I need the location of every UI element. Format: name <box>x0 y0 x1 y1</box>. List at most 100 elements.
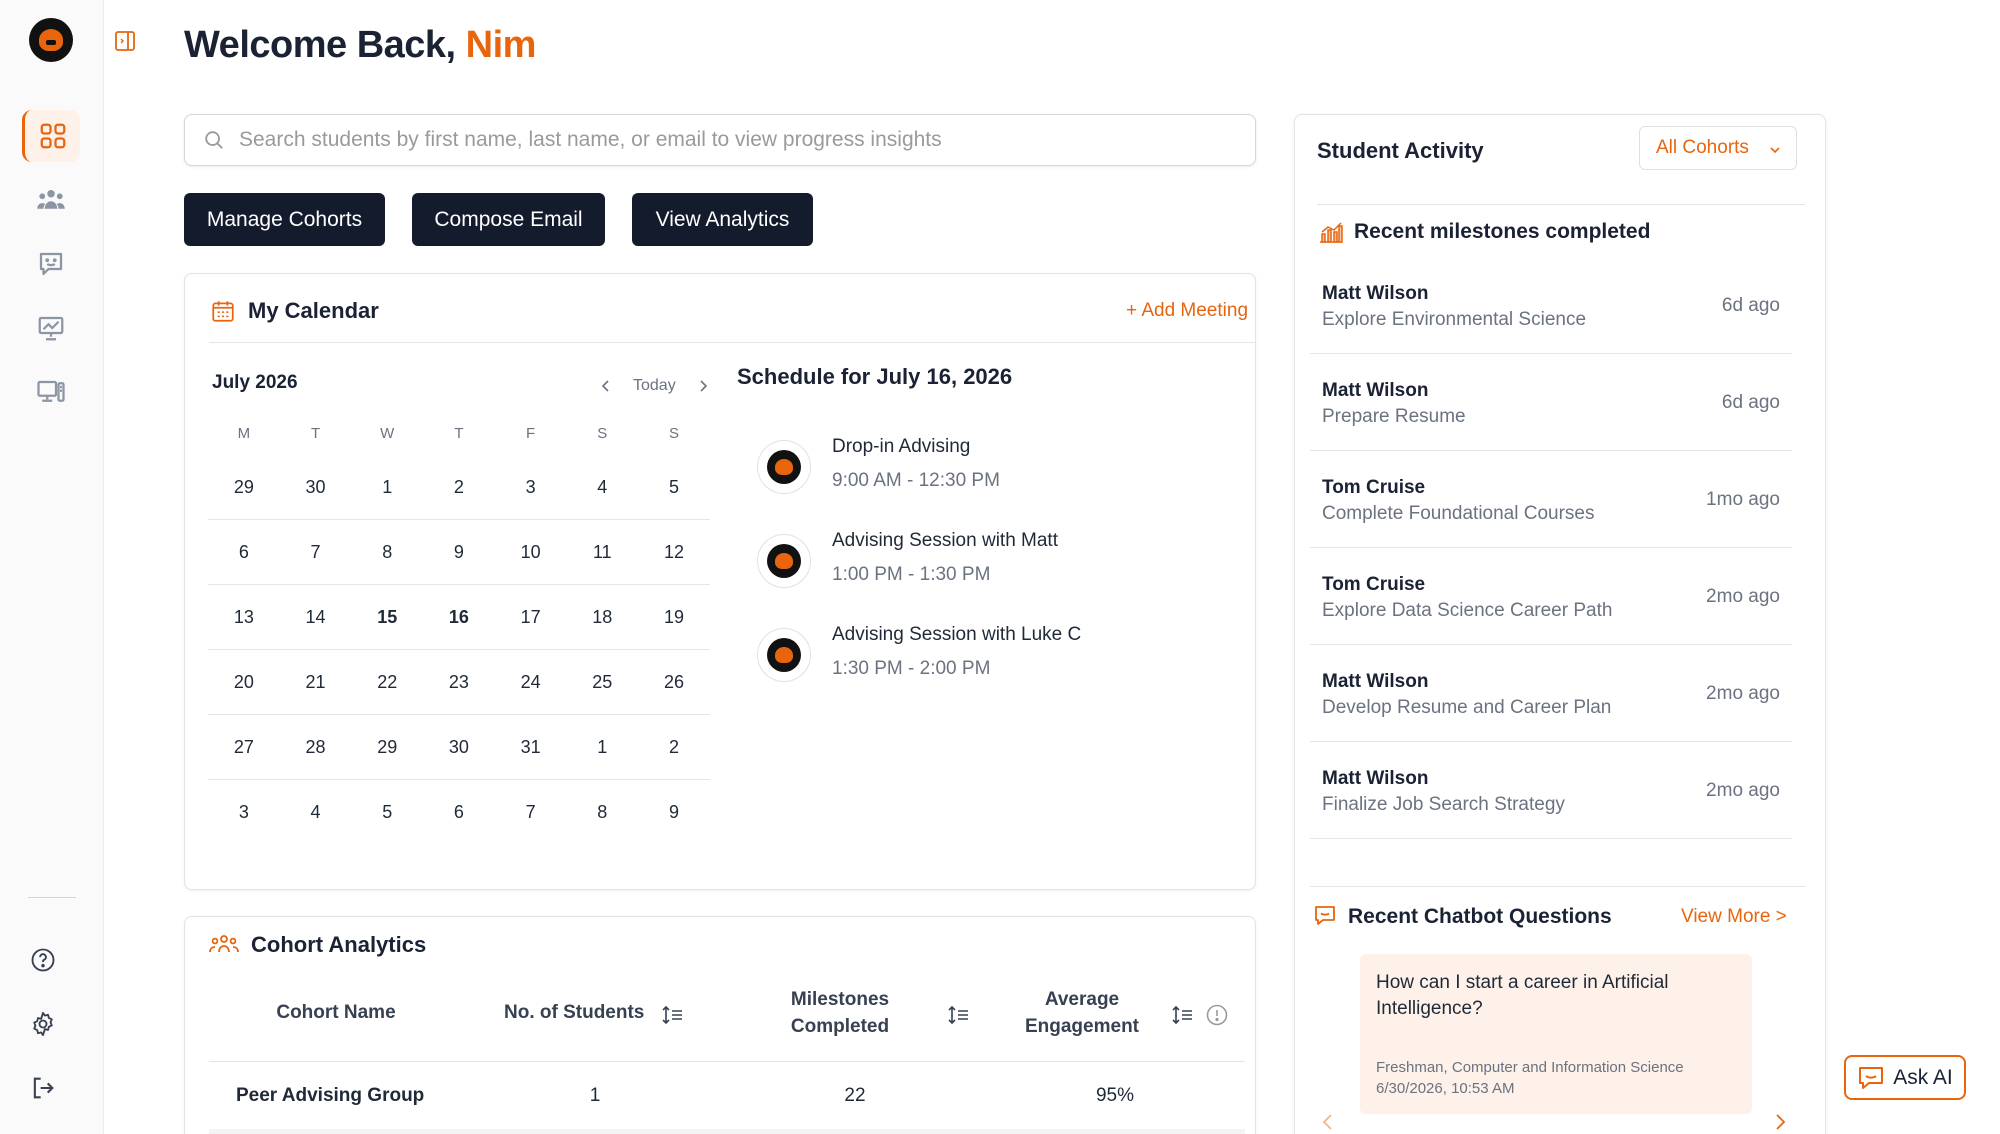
group-icon <box>37 190 65 209</box>
event-name: Drop-in Advising <box>832 436 971 457</box>
info-icon[interactable] <box>1205 1003 1229 1027</box>
manage-cohorts-button[interactable]: Manage Cohorts <box>184 193 385 246</box>
sidebar-item-students[interactable] <box>22 174 80 226</box>
calendar-day[interactable]: 9 <box>423 542 495 563</box>
event-time: 1:30 PM - 2:00 PM <box>832 658 991 679</box>
calendar-day[interactable]: 26 <box>638 672 710 693</box>
calendar-day-number: 27 <box>233 736 254 757</box>
app-logo[interactable] <box>29 18 73 62</box>
calendar-day[interactable]: 17 <box>495 607 567 628</box>
calendar-day[interactable]: 7 <box>280 542 352 563</box>
calendar-day[interactable]: 3 <box>495 477 567 498</box>
calendar-day[interactable]: 22 <box>351 672 423 693</box>
schedule-event[interactable]: Advising Session with Matt 1:00 PM - 1:3… <box>757 530 1177 600</box>
schedule-event[interactable]: Advising Session with Luke C 1:30 PM - 2… <box>757 624 1177 694</box>
calendar-day[interactable]: 4 <box>280 802 352 823</box>
calendar-day[interactable]: 5 <box>638 477 710 498</box>
chevron-left-icon[interactable] <box>598 378 614 394</box>
student-search[interactable] <box>184 114 1256 166</box>
calendar-day[interactable]: 24 <box>495 672 567 693</box>
cohort-filter-select[interactable]: All Cohorts <box>1639 126 1797 170</box>
calendar-day[interactable]: 12 <box>638 542 710 563</box>
calendar-day[interactable]: 2 <box>423 477 495 498</box>
logout-button[interactable] <box>28 1073 58 1103</box>
calendar-day[interactable]: 14 <box>280 607 352 628</box>
milestone-time: 2mo ago <box>1706 683 1780 704</box>
cohort-name-cell: Peer Advising Group <box>236 1085 425 1106</box>
calendar-day[interactable]: 2 <box>638 737 710 758</box>
list-item[interactable]: Matt Wilson Finalize Job Search Strategy… <box>1310 742 1792 839</box>
calendar-day[interactable]: 16 <box>423 595 495 639</box>
calendar-today-button[interactable]: Today <box>633 377 676 395</box>
sort-icon[interactable] <box>948 1005 970 1025</box>
calendar-day[interactable]: 19 <box>638 607 710 628</box>
help-icon <box>31 948 55 972</box>
calendar-day[interactable]: 6 <box>208 542 280 563</box>
calendar-day-number: 29 <box>233 476 254 497</box>
chatbot-divider <box>1310 886 1806 887</box>
list-item[interactable]: Matt Wilson Develop Resume and Career Pl… <box>1310 645 1792 742</box>
ask-ai-button[interactable]: Ask AI <box>1844 1055 1966 1100</box>
calendar-day[interactable]: 27 <box>208 737 280 758</box>
search-input[interactable] <box>239 128 1199 152</box>
chevron-right-icon[interactable] <box>1772 1113 1788 1131</box>
column-milestones[interactable]: Milestones Completed <box>760 986 920 1040</box>
calendar-day[interactable]: 6 <box>423 802 495 823</box>
column-cohort-name[interactable]: Cohort Name <box>256 999 416 1026</box>
table-header-divider <box>209 1061 1245 1062</box>
milestone-student: Matt Wilson <box>1322 671 1429 692</box>
sort-icon[interactable] <box>1172 1005 1194 1025</box>
milestone-description: Finalize Job Search Strategy <box>1322 794 1565 815</box>
help-button[interactable] <box>28 945 58 975</box>
settings-button[interactable] <box>28 1009 58 1039</box>
schedule-event[interactable]: Drop-in Advising 9:00 AM - 12:30 PM <box>757 436 1177 506</box>
calendar-day[interactable]: 7 <box>495 802 567 823</box>
calendar-day[interactable]: 21 <box>280 672 352 693</box>
view-analytics-button[interactable]: View Analytics <box>632 193 813 246</box>
calendar-day[interactable]: 23 <box>423 672 495 693</box>
calendar-day[interactable]: 4 <box>566 477 638 498</box>
milestone-description: Prepare Resume <box>1322 406 1466 427</box>
calendar-day[interactable]: 30 <box>280 477 352 498</box>
column-engagement-line1: Average <box>1044 989 1120 1010</box>
calendar-day[interactable]: 1 <box>566 737 638 758</box>
sidebar-item-chat[interactable] <box>22 238 80 290</box>
chevron-left-icon[interactable] <box>1320 1113 1336 1131</box>
calendar-day[interactable]: 1 <box>351 477 423 498</box>
calendar-day[interactable]: 13 <box>208 607 280 628</box>
sidebar-item-dashboard[interactable] <box>22 110 80 162</box>
sidebar-collapse-icon[interactable] <box>114 30 136 52</box>
calendar-day[interactable]: 10 <box>495 542 567 563</box>
calendar-day[interactable]: 8 <box>351 542 423 563</box>
calendar-day[interactable]: 3 <box>208 802 280 823</box>
chevron-right-icon[interactable] <box>695 378 711 394</box>
calendar-day[interactable]: 28 <box>280 737 352 758</box>
sort-icon[interactable] <box>662 1005 684 1025</box>
calendar-day[interactable]: 20 <box>208 672 280 693</box>
calendar-day[interactable]: 15 <box>351 607 423 628</box>
calendar-day[interactable]: 11 <box>566 542 638 563</box>
calendar-day[interactable]: 31 <box>495 737 567 758</box>
desktop-icon <box>37 380 65 402</box>
sidebar-item-analytics[interactable] <box>22 302 80 354</box>
add-meeting-link[interactable]: + Add Meeting <box>1126 300 1248 322</box>
list-item[interactable]: Matt Wilson Explore Environmental Scienc… <box>1310 257 1792 354</box>
calendar-day[interactable]: 9 <box>638 802 710 823</box>
sidebar-item-devices[interactable] <box>22 366 80 418</box>
view-more-link[interactable]: View More > <box>1681 906 1787 928</box>
calendar-day[interactable]: 8 <box>566 802 638 823</box>
milestone-description: Develop Resume and Career Plan <box>1322 697 1612 718</box>
calendar-day[interactable]: 29 <box>351 737 423 758</box>
column-engagement[interactable]: Average Engagement <box>1002 986 1162 1040</box>
list-item[interactable]: Matt Wilson Prepare Resume 6d ago <box>1310 354 1792 451</box>
list-item[interactable]: Tom Cruise Explore Data Science Career P… <box>1310 548 1792 645</box>
calendar-day[interactable]: 18 <box>566 607 638 628</box>
calendar-day[interactable]: 5 <box>351 802 423 823</box>
list-item[interactable]: Tom Cruise Complete Foundational Courses… <box>1310 451 1792 548</box>
calendar-day[interactable]: 25 <box>566 672 638 693</box>
calendar-day[interactable]: 29 <box>208 477 280 498</box>
calendar-week: 13 14 15 16 17 18 19 <box>208 585 710 650</box>
compose-email-button[interactable]: Compose Email <box>412 193 605 246</box>
chatbot-question-card[interactable]: How can I start a career in Artificial I… <box>1360 954 1752 1114</box>
calendar-day[interactable]: 30 <box>423 737 495 758</box>
